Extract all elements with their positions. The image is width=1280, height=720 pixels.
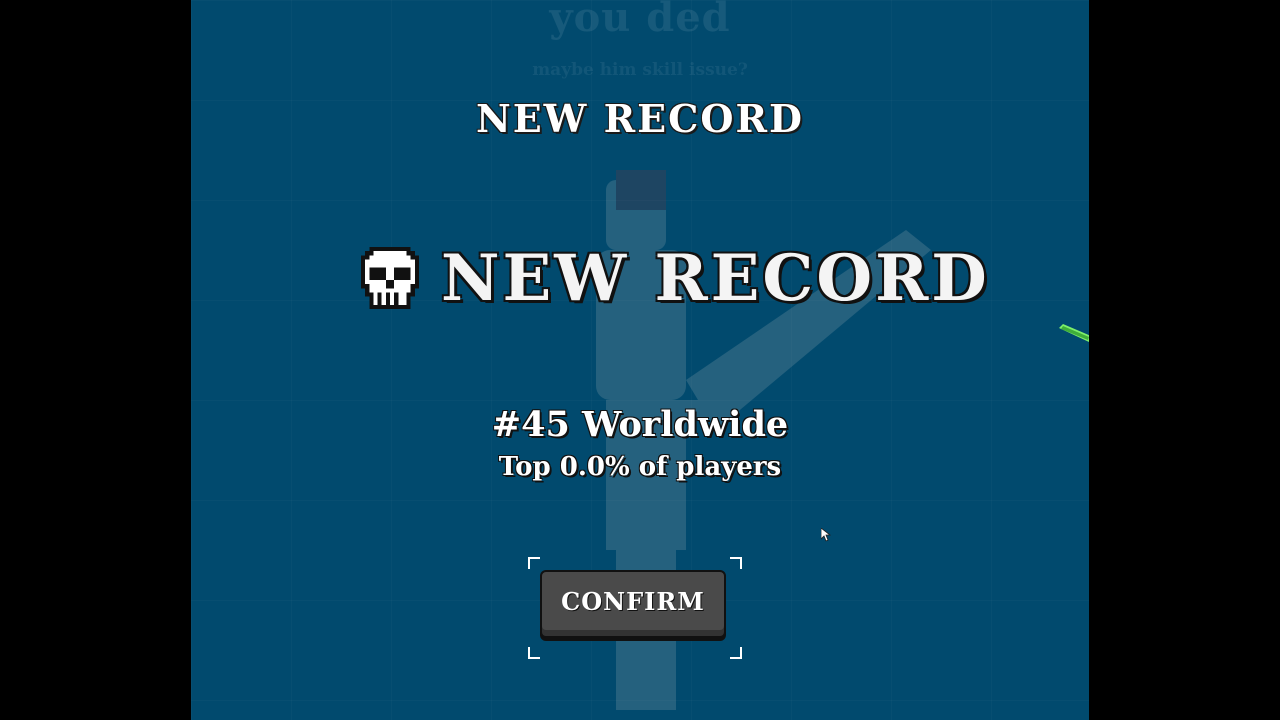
new-record-title: NEW RECORD xyxy=(441,240,990,316)
player-percentile: Top 0.0% of players xyxy=(498,452,782,482)
focus-corner-top-right xyxy=(730,557,742,569)
mouse-cursor-icon xyxy=(821,528,831,542)
focus-corner-bottom-right xyxy=(730,647,742,659)
focus-corner-top-left xyxy=(528,557,540,569)
green-projectile-icon xyxy=(1059,324,1089,342)
skull-icon xyxy=(361,247,419,309)
game-viewport: you ded maybe him skill issue? NEW RECOR… xyxy=(191,0,1089,720)
header-new-record: NEW RECORD xyxy=(475,96,805,141)
death-subtitle: maybe him skill issue? xyxy=(532,60,748,80)
focus-corner-bottom-left xyxy=(528,647,540,659)
confirm-button-focus: CONFIRM xyxy=(528,557,742,659)
confirm-button[interactable]: CONFIRM xyxy=(540,570,726,638)
worldwide-rank: #45 Worldwide xyxy=(491,404,789,445)
death-title: you ded xyxy=(549,0,731,41)
new-record-banner: NEW RECORD xyxy=(361,238,990,318)
